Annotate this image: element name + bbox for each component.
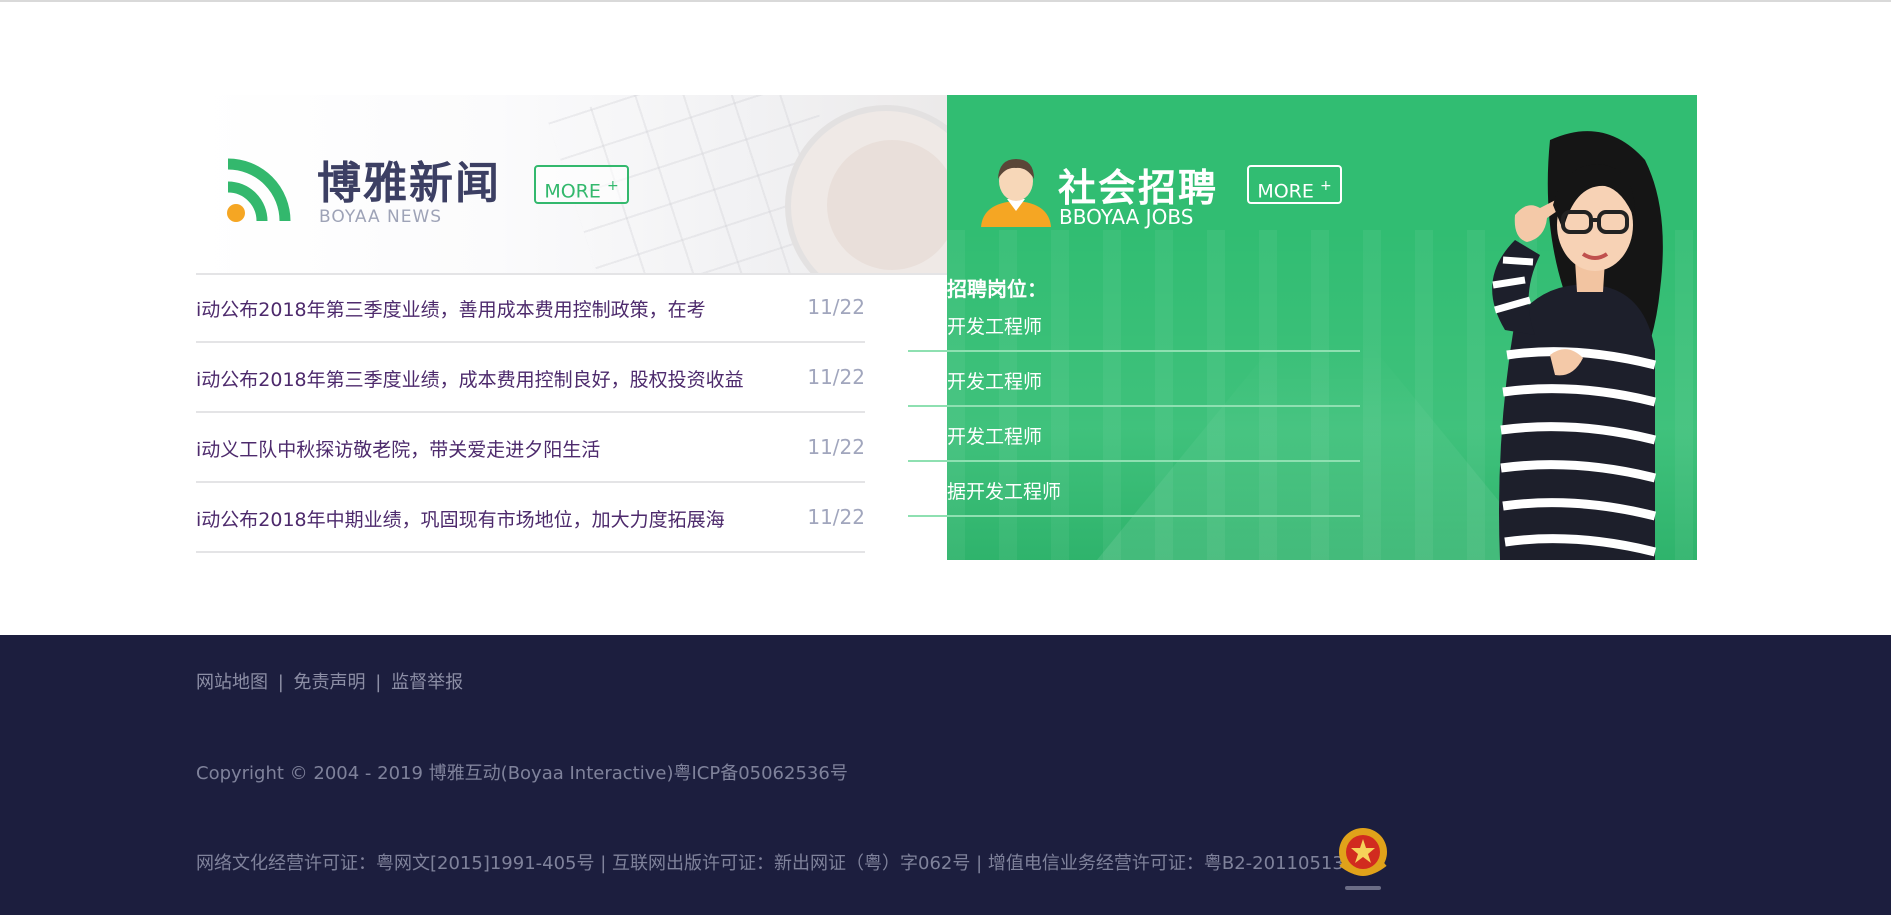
disclaimer-link[interactable]: 免责声明 [294,672,366,693]
jobs-title: 社会招聘 [1058,166,1219,210]
news-item-date: 11/22 [807,505,865,529]
news-header: 博雅新闻 BOYAA NEWS MORE + [196,95,947,273]
jobs-more-label: MORE [1257,180,1314,203]
top-divider [0,0,1891,2]
news-more-button[interactable]: MORE + [534,165,629,204]
copyright-text: Copyright © 2004 - 2019 博雅互动(Boyaa Inter… [196,763,848,784]
footer-separator: | [375,672,382,693]
rss-icon [227,158,291,222]
jobs-more-button[interactable]: MORE + [1247,165,1342,204]
sitemap-link[interactable]: 网站地图 [196,672,268,693]
government-emblem-icon[interactable] [1335,824,1391,896]
job-title[interactable]: 开发工程师 [947,422,1042,449]
news-subtitle: BOYAA NEWS [319,207,443,227]
news-item-title[interactable]: i动公布2018年第三季度业绩，成本费用控制良好，股权投资收益 [196,365,781,392]
plus-icon: + [1319,178,1332,194]
news-item[interactable]: i动义工队中秋探访敬老院，带关爱走进夕阳生活 11/22 [196,413,865,483]
jobs-subtitle: BBOYAA JOBS [1059,205,1194,229]
job-title[interactable]: 据开发工程师 [947,477,1061,504]
news-title: 博雅新闻 [317,158,501,209]
news-item-title[interactable]: i动公布2018年中期业绩，巩固现有市场地位，加大力度拓展海 [196,505,781,532]
news-item-date: 11/22 [807,435,865,459]
news-item-title[interactable]: i动义工队中秋探访敬老院，带关爱走进夕阳生活 [196,435,781,462]
license-text: 网络文化经营许可证：粤网文[2015]1991-405号 | 互联网出版许可证：… [196,853,1344,874]
news-item-title[interactable]: i动公布2018年第三季度业绩，善用成本费用控制政策，在考 [196,295,781,322]
news-item-date: 11/22 [807,295,865,319]
coffee-decoration [827,140,947,270]
job-item[interactable]: 开发工程师 [908,352,1360,407]
person-avatar-icon [981,159,1051,227]
report-link[interactable]: 监督举报 [391,672,463,693]
job-item[interactable]: 据开发工程师 [908,462,1360,517]
job-title[interactable]: 开发工程师 [947,367,1042,394]
news-item[interactable]: i动公布2018年第三季度业绩，善用成本费用控制政策，在考 11/22 [196,273,865,343]
news-item[interactable]: i动公布2018年第三季度业绩，成本费用控制良好，股权投资收益 11/22 [196,343,865,413]
recruiter-illustration [1492,131,1663,560]
job-title[interactable]: 开发工程师 [947,312,1042,339]
news-item-date: 11/22 [807,365,865,389]
footer: 网站地图 | 免责声明 | 监督举报 Copyright © 2004 - 20… [0,635,1891,915]
footer-links: 网站地图 | 免责声明 | 监督举报 [196,668,463,694]
news-list: i动公布2018年第三季度业绩，善用成本费用控制政策，在考 11/22 i动公布… [196,273,865,553]
job-item[interactable]: 开发工程师 [908,407,1360,462]
plus-icon: + [606,178,619,194]
footer-separator: | [277,672,284,693]
jobs-list: 开发工程师 开发工程师 开发工程师 据开发工程师 [908,297,1360,517]
news-more-label: MORE [544,180,601,203]
job-item[interactable]: 开发工程师 [908,297,1360,352]
news-item[interactable]: i动公布2018年中期业绩，巩固现有市场地位，加大力度拓展海 11/22 [196,483,865,553]
